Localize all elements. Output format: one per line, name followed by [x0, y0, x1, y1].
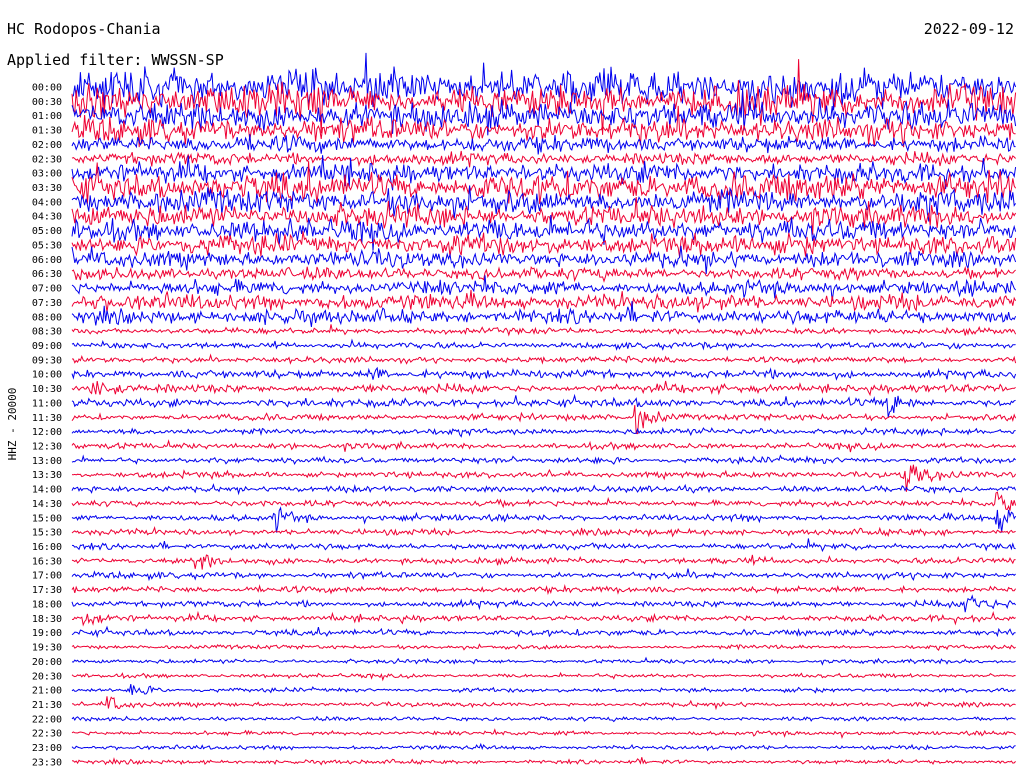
trace-line: [71, 150, 1016, 168]
time-tick-label: 07:30: [32, 298, 62, 309]
trace-line: [71, 554, 1016, 570]
trace-line: [71, 380, 1016, 397]
trace-line: [71, 610, 1016, 627]
traces-group: [71, 52, 1017, 766]
time-tick-label: 19:00: [32, 628, 62, 639]
trace-line: [71, 643, 1016, 651]
time-tick-label: 13:00: [32, 456, 62, 467]
time-tick-label: 09:00: [32, 341, 62, 352]
trace-line: [71, 696, 1016, 711]
time-tick-label: 08:00: [32, 312, 62, 323]
time-tick-label: 12:30: [32, 442, 62, 453]
trace-line: [71, 506, 1017, 533]
time-tick-label: 22:30: [32, 729, 62, 740]
trace-line: [71, 757, 1016, 766]
time-tick-label: 03:00: [32, 169, 62, 180]
time-tick-label: 13:30: [32, 470, 62, 481]
time-tick-label: 17:30: [32, 585, 62, 596]
trace-line: [71, 625, 1016, 639]
trace-line: [71, 715, 1016, 723]
trace-line: [71, 353, 1017, 365]
time-tick-label: 01:30: [32, 126, 62, 137]
time-tick-label: 15:30: [32, 528, 62, 539]
time-tick-label: 20:00: [32, 657, 62, 668]
trace-line: [71, 231, 1017, 258]
time-tick-label: 06:30: [32, 269, 62, 280]
time-tick-label: 02:30: [32, 154, 62, 165]
time-tick-label: 21:30: [32, 700, 62, 711]
time-tick-label: 14:00: [32, 485, 62, 496]
trace-line: [71, 728, 1016, 740]
trace-line: [71, 52, 1017, 111]
trace-line: [71, 426, 1016, 438]
time-tick-labels: 00:00 00:30 01:00 01:30 02:00 02:30 03:00 03:30…: [32, 83, 62, 769]
time-tick-label: 08:30: [32, 327, 62, 338]
time-tick-label: 12:00: [32, 427, 62, 438]
time-tick-label: 23:30: [32, 757, 62, 768]
trace-line: [71, 584, 1017, 596]
trace-line: [71, 439, 1017, 453]
trace-line: [71, 393, 1016, 418]
trace-line: [71, 338, 1016, 351]
trace-line: [71, 366, 1017, 381]
time-tick-label: 01:00: [32, 111, 62, 122]
time-tick-label: 18:00: [32, 599, 62, 610]
time-tick-label: 23:00: [32, 743, 62, 754]
time-tick-label: 17:00: [32, 571, 62, 582]
trace-line: [71, 275, 1016, 302]
helicorder-plot: 00:00 00:30 01:00 01:30 02:00 02:30 03:00 03:30…: [6, 52, 1017, 769]
trace-line: [71, 483, 1017, 496]
trace-line: [71, 671, 1016, 682]
time-tick-label: 02:00: [32, 140, 62, 151]
time-tick-label: 00:00: [32, 83, 62, 94]
time-tick-label: 14:30: [32, 499, 62, 510]
trace-line: [71, 568, 1016, 582]
trace-line: [71, 594, 1016, 613]
trace-line: [71, 538, 1016, 553]
time-tick-label: 04:30: [32, 212, 62, 223]
trace-line: [71, 454, 1016, 466]
time-tick-label: 03:30: [32, 183, 62, 194]
time-tick-label: 22:00: [32, 714, 62, 725]
time-tick-label: 06:00: [32, 255, 62, 266]
time-tick-label: 10:30: [32, 384, 62, 395]
time-tick-label: 05:30: [32, 240, 62, 251]
trace-line: [71, 526, 1016, 538]
time-tick-label: 09:30: [32, 355, 62, 366]
time-tick-label: 20:30: [32, 671, 62, 682]
time-tick-label: 11:00: [32, 398, 62, 409]
trace-line: [71, 491, 1017, 511]
time-tick-label: 21:00: [32, 686, 62, 697]
time-tick-label: 16:30: [32, 556, 62, 567]
trace-line: [71, 301, 1017, 327]
trace-line: [71, 266, 1016, 283]
trace-line: [71, 684, 1016, 695]
time-tick-label: 04:00: [32, 197, 62, 208]
time-tick-label: 10:00: [32, 370, 62, 381]
trace-line: [71, 656, 1016, 666]
channel-label: HHZ - 20000: [6, 388, 19, 461]
time-tick-label: 16:00: [32, 542, 62, 553]
time-tick-label: 15:00: [32, 513, 62, 524]
time-tick-label: 00:30: [32, 97, 62, 108]
time-tick-label: 05:00: [32, 226, 62, 237]
trace-line: [71, 289, 1017, 313]
trace-line: [71, 742, 1016, 752]
trace-line: [71, 324, 1017, 337]
time-tick-label: 11:30: [32, 413, 62, 424]
time-tick-label: 07:00: [32, 284, 62, 295]
time-tick-label: 19:30: [32, 643, 62, 654]
time-tick-label: 18:30: [32, 614, 62, 625]
